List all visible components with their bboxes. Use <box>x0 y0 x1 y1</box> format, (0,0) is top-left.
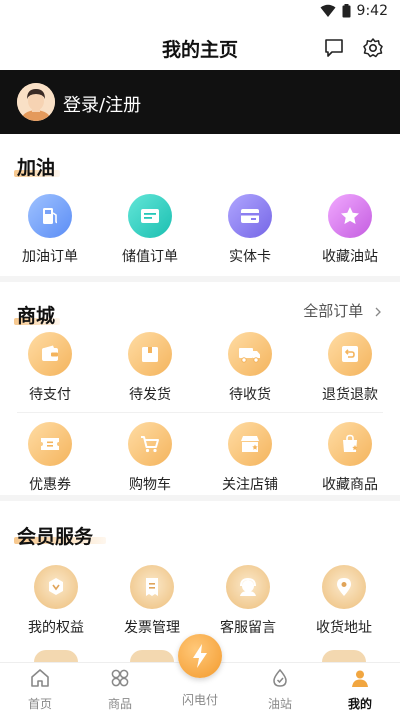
avatar[interactable] <box>17 83 55 121</box>
wifi-icon <box>320 4 336 17</box>
mall-item-favorite-products[interactable]: 收藏商品 <box>300 422 400 494</box>
member-item-peek <box>130 650 174 662</box>
fuel-item-stored-value-orders[interactable]: 储值订单 <box>100 194 200 266</box>
default-avatar-icon <box>17 83 55 121</box>
tab-home[interactable]: 首页 <box>0 663 80 710</box>
stored-value-card-icon <box>141 209 159 223</box>
mall-item-label: 待支付 <box>29 387 71 403</box>
mall-item-label: 收藏商品 <box>322 477 378 493</box>
fuel-item-label: 储值订单 <box>122 249 178 265</box>
chevron-right-icon <box>375 307 381 316</box>
all-orders-link[interactable]: 全部订单 <box>303 300 382 321</box>
mall-item-cart[interactable]: 购物车 <box>100 422 200 494</box>
tab-label: 首页 <box>27 697 52 710</box>
flash-pay-button[interactable] <box>178 634 222 678</box>
mall-item-label: 待收货 <box>229 387 271 403</box>
row-divider <box>17 412 383 413</box>
cart-icon <box>141 436 159 453</box>
fuel-item-label: 加油订单 <box>22 249 78 265</box>
login-register-link[interactable]: 登录/注册 <box>63 91 141 117</box>
store-star-icon <box>241 436 259 452</box>
tab-gas-stations[interactable]: 油站 <box>240 663 320 710</box>
tab-label: 油站 <box>267 697 292 710</box>
fuel-item-favorite-stations[interactable]: 收藏油站 <box>300 194 400 266</box>
mall-item-label: 待发货 <box>129 387 171 403</box>
coupon-icon <box>41 438 59 450</box>
fuel-item-fuel-orders[interactable]: 加油订单 <box>0 194 100 266</box>
truck-icon <box>239 348 260 363</box>
bag-star-icon <box>343 434 358 452</box>
fuel-section: 加油 加油订单 储值订单 实体卡 收藏油站 <box>0 134 400 276</box>
login-bar[interactable]: 登录/注册 <box>0 70 400 134</box>
home-icon <box>31 669 49 687</box>
tab-products[interactable]: 商品 <box>80 663 160 710</box>
gas-station-icon <box>273 668 287 687</box>
mall-item-label: 购物车 <box>129 477 171 493</box>
member-item-label: 客服留言 <box>220 620 276 636</box>
settings-gear-icon[interactable] <box>362 37 384 59</box>
mall-item-label: 优惠券 <box>29 477 71 493</box>
return-icon <box>342 346 358 362</box>
mall-item-pending-shipment[interactable]: 待发货 <box>100 332 200 404</box>
member-item-my-rights[interactable]: 我的权益 <box>6 565 106 637</box>
mall-item-pending-receipt[interactable]: 待收货 <box>200 332 300 404</box>
member-section-title: 会员服务 <box>17 526 94 548</box>
mall-item-returns-refunds[interactable]: 退货退款 <box>300 332 400 404</box>
customer-service-icon <box>240 577 256 596</box>
mall-item-coupons[interactable]: 优惠券 <box>0 422 100 494</box>
member-item-customer-service[interactable]: 客服留言 <box>198 565 298 637</box>
rights-badge-icon <box>49 578 63 595</box>
location-pin-icon <box>337 578 351 596</box>
wallet-icon <box>42 345 58 361</box>
fuel-item-label: 实体卡 <box>229 249 271 265</box>
mall-item-pending-payment[interactable]: 待支付 <box>0 332 100 404</box>
invoice-icon <box>146 578 158 596</box>
member-item-peek <box>34 650 78 662</box>
tab-profile[interactable]: 我的 <box>320 663 400 710</box>
mall-section-title: 商城 <box>17 305 56 327</box>
physical-card-icon <box>241 209 259 223</box>
mall-item-label: 退货退款 <box>322 387 378 403</box>
member-item-peek <box>322 650 366 662</box>
profile-icon <box>352 670 368 687</box>
message-icon[interactable] <box>323 37 345 59</box>
fuel-pump-icon <box>43 208 58 224</box>
header: 我的主页 <box>0 26 400 70</box>
status-bar: 9:42 <box>0 0 400 26</box>
fuel-section-title: 加油 <box>17 157 56 179</box>
star-icon <box>341 207 359 224</box>
mall-item-followed-stores[interactable]: 关注店铺 <box>200 422 300 494</box>
tab-label: 商品 <box>107 697 132 710</box>
all-orders-label: 全部订单 <box>303 302 364 320</box>
member-item-label: 我的权益 <box>28 620 84 636</box>
mall-item-label: 关注店铺 <box>222 477 278 493</box>
fuel-item-physical-card[interactable]: 实体卡 <box>200 194 300 266</box>
products-icon <box>111 669 129 687</box>
tab-label: 我的 <box>347 697 372 710</box>
battery-icon <box>342 4 351 18</box>
member-item-shipping-address[interactable]: 收货地址 <box>294 565 394 637</box>
status-time: 9:42 <box>356 3 388 19</box>
tab-label: 闪电付 <box>181 693 218 707</box>
box-icon <box>142 347 158 362</box>
member-item-label: 发票管理 <box>124 620 180 636</box>
lightning-icon <box>193 644 207 668</box>
member-item-invoice-management[interactable]: 发票管理 <box>102 565 202 637</box>
member-item-label: 收货地址 <box>316 620 372 636</box>
fuel-item-label: 收藏油站 <box>322 249 378 265</box>
mall-section: 商城 全部订单 待支付 待发货 待收货 退货退款 优惠券 购物车 关注店铺 收藏… <box>0 282 400 495</box>
